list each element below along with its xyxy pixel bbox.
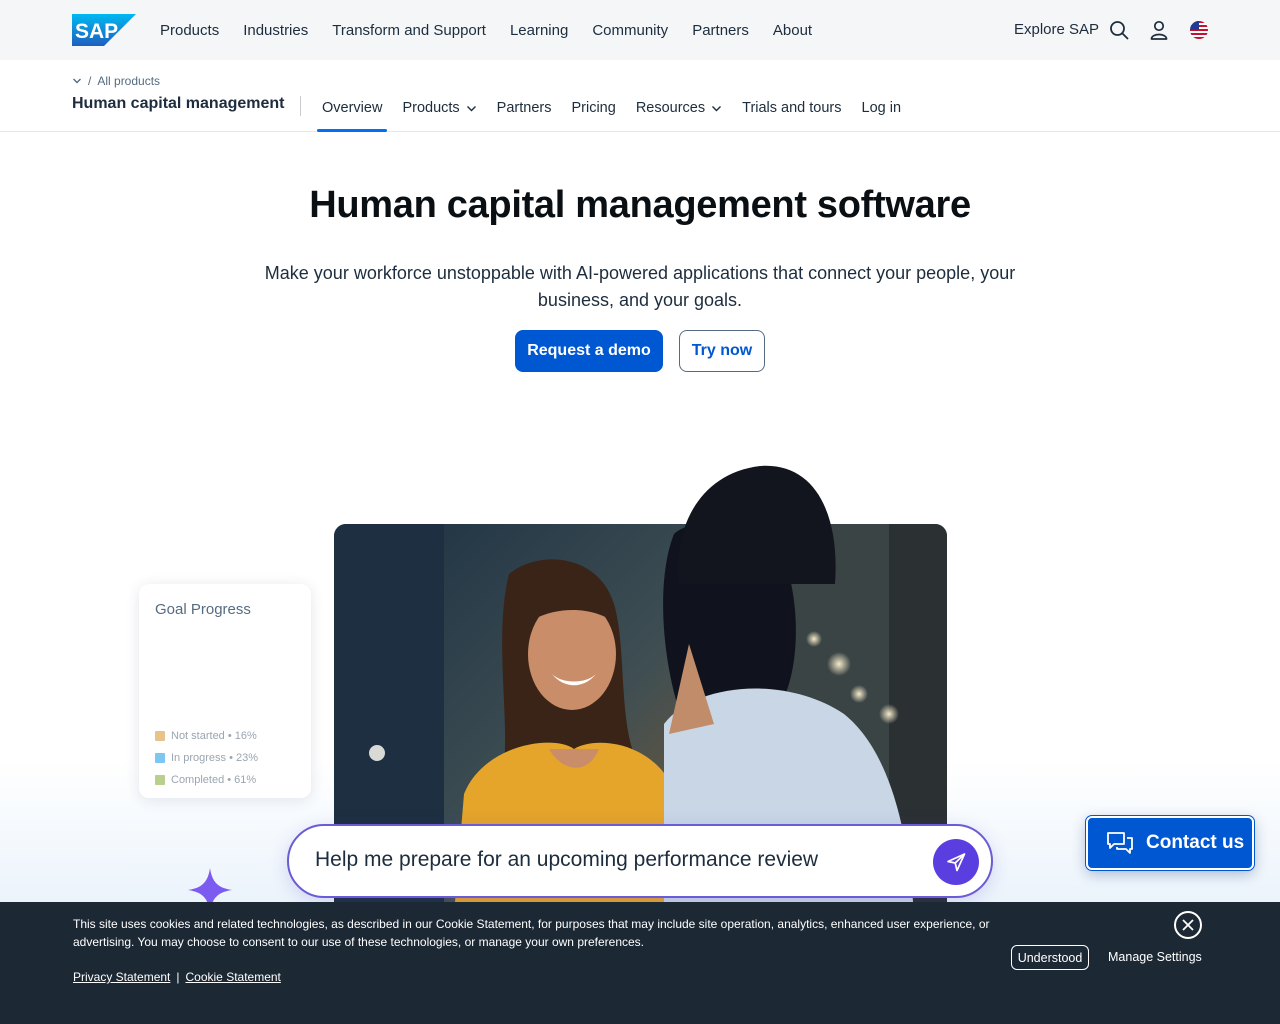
legend-swatch [155, 731, 165, 741]
goal-progress-title: Goal Progress [155, 601, 251, 618]
chevron-down-icon [712, 105, 722, 111]
legend-swatch [155, 775, 165, 785]
contact-us-button[interactable]: Contact us [1086, 816, 1254, 870]
breadcrumb[interactable]: / All products [72, 74, 160, 88]
explore-sap-link[interactable]: Explore SAP [1014, 21, 1099, 38]
manage-settings-link[interactable]: Manage Settings [1108, 950, 1202, 964]
close-icon [1182, 919, 1194, 931]
cookie-text: This site uses cookies and related techn… [73, 917, 990, 949]
close-cookie-button[interactable] [1174, 911, 1202, 939]
send-button[interactable] [933, 839, 979, 885]
nav-community[interactable]: Community [592, 22, 668, 39]
tab-overview[interactable]: Overview [312, 84, 392, 132]
legend-label: Completed • 61% [171, 774, 257, 786]
photo-head-overflow [678, 465, 836, 584]
sap-logo[interactable]: SAP [72, 14, 136, 46]
ai-prompt-bar[interactable]: Help me prepare for an upcoming performa… [287, 824, 993, 898]
tab-label: Pricing [571, 100, 616, 116]
search-icon[interactable] [1108, 19, 1130, 41]
tab-resources[interactable]: Resources [626, 84, 732, 132]
nav-industries[interactable]: Industries [243, 22, 308, 39]
legend-item: Not started • 16% [155, 725, 258, 747]
tab-label: Products [402, 100, 460, 116]
hero-subtitle: Make your workforce unstoppable with AI-… [264, 263, 1016, 310]
nav-products[interactable]: Products [160, 22, 219, 39]
breadcrumb-separator: / [88, 74, 92, 88]
legend-label: In progress • 23% [171, 752, 259, 764]
tab-products[interactable]: Products [392, 84, 486, 132]
us-flag-icon[interactable] [1188, 19, 1210, 41]
chevron-down-icon [73, 78, 81, 84]
try-now-button[interactable]: Try now [679, 330, 765, 372]
nav-learning[interactable]: Learning [510, 22, 568, 39]
hero-title: Human capital management software [309, 184, 971, 226]
tab-label: Log in [861, 100, 902, 116]
cookie-statement-link[interactable]: Cookie Statement [186, 970, 281, 984]
svg-text:SAP: SAP [75, 20, 118, 43]
contact-us-label: Contact us [1146, 832, 1245, 853]
tab-trials-and-tours[interactable]: Trials and tours [732, 84, 851, 132]
cookie-links: Privacy Statement | Cookie Statement [73, 970, 281, 984]
tab-label: Trials and tours [742, 100, 842, 116]
nav-partners[interactable]: Partners [692, 22, 749, 39]
user-icon[interactable] [1148, 19, 1170, 41]
legend-item: Completed • 61% [155, 769, 258, 791]
page-title: Human capital management [72, 95, 285, 112]
understood-button[interactable]: Understood [1011, 945, 1089, 970]
goal-legend: Not started • 16% In progress • 23% Comp… [155, 725, 258, 791]
subnav-tabs: Overview Products Partners Pricing Resou… [312, 84, 911, 132]
cookie-banner: This site uses cookies and related techn… [0, 902, 1280, 1024]
privacy-statement-link[interactable]: Privacy Statement [73, 970, 170, 984]
ai-prompt-text[interactable]: Help me prepare for an upcoming performa… [315, 848, 818, 872]
link-separator: | [176, 970, 180, 984]
chevron-down-icon [466, 105, 476, 111]
nav-about[interactable]: About [773, 22, 812, 39]
nav-transform-support[interactable]: Transform and Support [332, 22, 486, 39]
legend-label: Not started • 16% [171, 730, 257, 742]
divider [300, 96, 301, 116]
tab-pricing[interactable]: Pricing [561, 84, 625, 132]
global-header: SAP Products Industries Transform and Su… [0, 0, 1280, 60]
tab-label: Overview [322, 100, 383, 116]
tab-log-in[interactable]: Log in [852, 84, 912, 132]
tab-partners[interactable]: Partners [487, 84, 562, 132]
product-subnav: / All products Human capital management … [0, 60, 1280, 132]
send-icon [947, 853, 966, 872]
legend-swatch [155, 753, 165, 763]
chat-icon [1107, 832, 1133, 854]
tab-label: Partners [496, 100, 552, 116]
global-nav-links: Products Industries Transform and Suppor… [160, 0, 812, 60]
breadcrumb-all-products[interactable]: All products [97, 74, 160, 88]
tab-label: Resources [635, 100, 706, 116]
legend-item: In progress • 23% [155, 747, 258, 769]
goal-progress-card: Goal Progress Not started • 16% In progr… [139, 584, 311, 798]
request-demo-button[interactable]: Request a demo [515, 330, 663, 372]
